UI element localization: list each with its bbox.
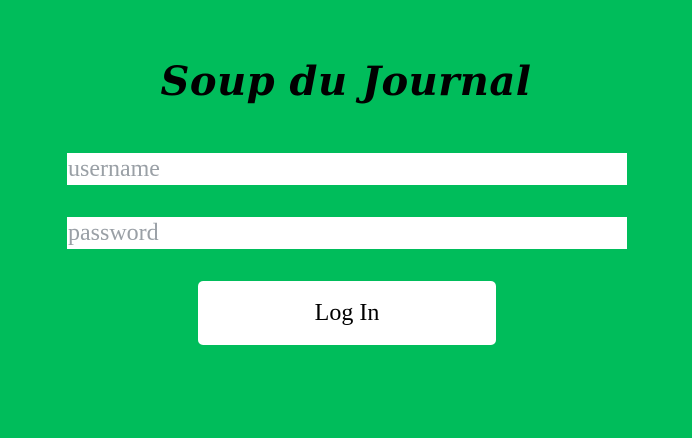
username-field[interactable]	[67, 153, 627, 185]
password-field[interactable]	[67, 217, 627, 249]
login-screen: Soup du Journal Log In	[0, 0, 692, 438]
app-title: Soup du Journal	[160, 58, 532, 105]
login-button[interactable]: Log In	[198, 281, 496, 345]
